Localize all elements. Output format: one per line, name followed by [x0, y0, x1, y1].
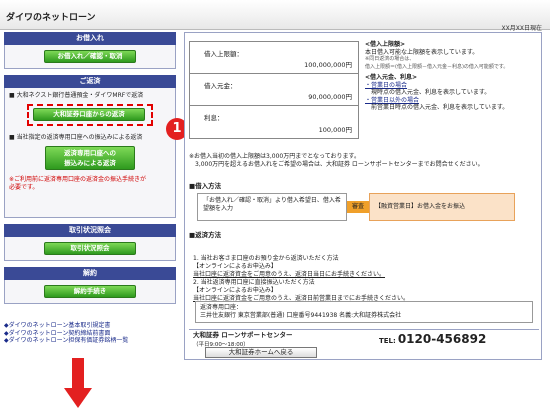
main-panel: 借入上限額： 100,000,000円 借入元金： 90,000,000円 利息…	[184, 32, 542, 360]
repay-method-text: 1. 当社お客さま口座のお預り金から返済いただく方法 【オンラインによるお申込み…	[193, 255, 410, 302]
support-name: 大和証券 ローンサポートセンター	[193, 331, 293, 339]
limit-value: 100,000,000円	[304, 61, 352, 69]
repay-note: ※ご利用前に返済専用口座の返済金の振込手続きが 必要です。	[9, 176, 147, 191]
history-section: 取引状況照会	[4, 237, 176, 261]
back-to-home-button[interactable]: 大和証券ホームへ戻る	[205, 347, 317, 358]
repay-from-daiwa-account-button[interactable]: 大和証券口座からの返済	[33, 108, 145, 121]
page-title: ダイワのネットローン	[6, 13, 96, 23]
history-section-heading: 取引状況照会	[4, 224, 176, 237]
repay-section-heading: ご返済	[4, 75, 176, 88]
repay-option-1-label: ■ 大和ネクスト銀行普通預金・ダイワMRFで返済	[9, 92, 144, 99]
borrow-section-heading: お借入れ	[4, 32, 176, 45]
history-button[interactable]: 取引状況照会	[44, 242, 136, 255]
cancel-section: 解約手続き	[4, 280, 176, 304]
flow-step-transfer: 【融資営業日】お借入金をお振込	[369, 193, 515, 221]
flow-arrow-review: 審査	[347, 201, 369, 213]
principal-row: 借入元金： 90,000,000円	[190, 74, 358, 106]
interest-value: 100,000円	[318, 126, 352, 134]
repay-by-transfer-button[interactable]: 返済専用口座への 振込みによる返済	[45, 146, 135, 170]
cancel-contract-button[interactable]: 解約手続き	[44, 285, 136, 298]
repay-section: ■ 大和ネクスト銀行普通預金・ダイワMRFで返済 大和証券口座からの返済 ■ 当…	[4, 88, 176, 218]
link-pre-contract-document[interactable]: ◆ダイワのネットローン契約締結前書面	[4, 330, 176, 338]
principal-value: 90,000,000円	[308, 93, 352, 101]
limit-label: 借入上限額：	[204, 50, 243, 58]
scroll-down-arrow-icon	[64, 358, 92, 408]
link-basic-terms[interactable]: ◆ダイワのネットローン基本取引規定書	[4, 322, 176, 330]
repay-option-2-label: ■ 当社指定の返済専用口座への振込みによる返済	[9, 134, 143, 141]
limit-row: 借入上限額： 100,000,000円	[190, 42, 358, 74]
borrow-method-title: ■借入方法	[189, 182, 222, 190]
interest-label: 利息：	[204, 114, 224, 122]
summary-notes: <借入上限額> 本日借入可能な上限額を表示しています。 ※同日返済の場合は、 借…	[365, 41, 509, 111]
principal-label: 借入元金：	[204, 82, 237, 90]
flow-step-input: 「お借入れ／確認・取消」より借入希望日、借入希 望額を入力	[197, 193, 347, 221]
document-links: ◆ダイワのネットローン基本取引規定書 ◆ダイワのネットローン契約締結前書面 ◆ダ…	[4, 322, 176, 345]
loan-summary-table: 借入上限額： 100,000,000円 借入元金： 90,000,000円 利息…	[189, 41, 359, 139]
as-of-date: XX月XX日現在	[501, 25, 542, 32]
borrow-button[interactable]: お借入れ／確認・取消	[44, 50, 136, 63]
borrow-section: お借入れ／確認・取消	[4, 45, 176, 69]
support-phone: TEL: 0120-456892	[379, 332, 487, 346]
repay-account-box: 返済専用口座： 三井住友銀行 東京営業部(普通) 口座番号9441938 名義:…	[195, 301, 533, 323]
borrow-limit-warning: ※お借入当初の借入上限額は3,000万円までとなっております。 3,000万円を…	[189, 153, 484, 168]
page-header: ダイワのネットローン XX月XX日現在	[0, 0, 550, 32]
support-center: 大和証券 ローンサポートセンター （平日9:00〜18:00） TEL: 0120…	[189, 329, 539, 348]
link-collateral-list[interactable]: ◆ダイワのネットローン担保有価証券銘柄一覧	[4, 337, 176, 345]
repay-method-title: ■返済方法	[189, 231, 222, 239]
left-menu: お借入れ お借入れ／確認・取消 ご返済 ■ 大和ネクスト銀行普通預金・ダイワMR…	[4, 32, 188, 304]
cancel-section-heading: 解約	[4, 267, 176, 280]
interest-row: 利息： 100,000円	[190, 106, 358, 138]
